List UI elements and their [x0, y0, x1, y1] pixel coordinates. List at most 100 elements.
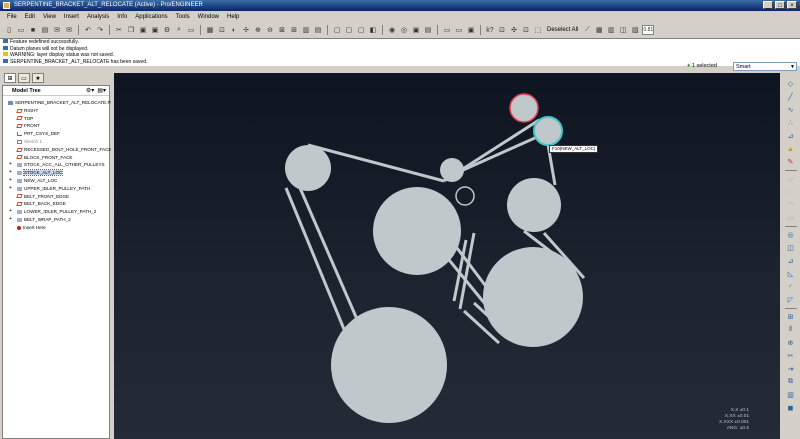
trim-icon[interactable]: ✂	[785, 351, 796, 361]
extrude-icon[interactable]: ▱	[785, 174, 796, 184]
merge-icon[interactable]: ⊕	[785, 338, 796, 348]
mirror-icon[interactable]: ⫴	[785, 325, 796, 335]
belt-segment[interactable]	[451, 131, 547, 177]
tree-item[interactable]: FRONT	[3, 122, 109, 130]
menu-view[interactable]: View	[39, 12, 60, 22]
tree-show-icon[interactable]: ▤▾	[97, 87, 106, 94]
hidden-line-icon[interactable]: ▢	[344, 25, 354, 35]
window-close-icon[interactable]: ▭	[442, 25, 452, 35]
menu-help[interactable]: Help	[223, 12, 243, 22]
pulley-crank[interactable]	[331, 307, 447, 423]
regenerate-icon[interactable]: ⚙	[162, 25, 172, 35]
color-palette-icon[interactable]: ▥	[606, 25, 616, 35]
help-icon[interactable]: k?	[485, 25, 495, 35]
datum-plane-tool-icon[interactable]: ◇	[785, 79, 796, 89]
menu-insert[interactable]: Insert	[60, 12, 83, 22]
tree-item[interactable]: + STOCK_ACC_ALL_OTHER_PULLEYS	[3, 161, 109, 169]
context-help-icon[interactable]: ▣	[466, 25, 476, 35]
shading-icon[interactable]: ◧	[368, 25, 378, 35]
deselect-all-button[interactable]: Deselect All	[545, 27, 580, 33]
analysis-icon[interactable]: ⊡	[521, 25, 531, 35]
zoom-out-icon[interactable]: ⊖	[265, 25, 275, 35]
menu-file[interactable]: File	[3, 12, 21, 22]
tree-item[interactable]: Sketch 1	[3, 138, 109, 146]
tree-item[interactable]: + LOWER_IDLER_PULLEY_PATH_2	[3, 208, 109, 216]
tree-root-part[interactable]: SERPENTINE_BRACKET_ALT_RELOCATE.PRT	[3, 99, 117, 107]
idler-path-circle[interactable]	[455, 186, 475, 206]
tree-item[interactable]: PRT_CSYS_DEF	[3, 130, 109, 138]
expand-icon[interactable]: +	[9, 169, 12, 177]
pulley-upper-left[interactable]	[285, 145, 331, 191]
tree-item[interactable]: + UPPER_IDLER_PULLEY_PATH	[3, 185, 109, 193]
close-button[interactable]: ×	[787, 1, 797, 9]
csys-display-icon[interactable]: ▤	[423, 25, 433, 35]
no-hidden-icon[interactable]: ▢	[356, 25, 366, 35]
expand-icon[interactable]: +	[9, 185, 12, 193]
feature-tool-icon[interactable]: ⊡	[497, 25, 507, 35]
model-display-icon[interactable]: ◫	[618, 25, 628, 35]
select-icon[interactable]: ⬚	[533, 25, 543, 35]
zoom-in-icon[interactable]: ⊕	[253, 25, 263, 35]
measure-icon[interactable]: ✣	[509, 25, 519, 35]
copy-icon[interactable]: ❐	[126, 25, 136, 35]
expand-icon[interactable]: +	[9, 177, 12, 185]
shell-icon[interactable]: ◫	[785, 243, 796, 253]
revolve-icon[interactable]: ◌	[785, 187, 796, 197]
datum-axes-icon[interactable]: ◎	[399, 25, 409, 35]
save-icon[interactable]: ■	[28, 25, 38, 35]
email-icon[interactable]: ✉	[52, 25, 62, 35]
undo-icon[interactable]: ↶	[83, 25, 93, 35]
paste-special-icon[interactable]: ▣	[150, 25, 160, 35]
layers-icon[interactable]: ▤	[313, 25, 323, 35]
expand-icon[interactable]: +	[9, 216, 12, 224]
orient-icon[interactable]: ◐	[229, 25, 239, 35]
tree-item[interactable]: BLOCK_FRONT_FACE	[3, 154, 109, 162]
menu-applications[interactable]: Applications	[131, 12, 171, 22]
sketch-icon[interactable]: ✎	[785, 157, 796, 167]
tree-item[interactable]: RIGHT	[3, 107, 109, 115]
menu-edit[interactable]: Edit	[21, 12, 39, 22]
redo-icon[interactable]: ↷	[95, 25, 105, 35]
tree-item[interactable]: BELT_FRONT_EDGE	[3, 193, 109, 201]
email-link-icon[interactable]: ✉	[64, 25, 74, 35]
graphics-viewport[interactable]: F10(NEW_ALT_LOC) X.X ±0.1 X.XX ±0.01 X.X…	[114, 73, 780, 439]
select-box-icon[interactable]: ▭	[186, 25, 196, 35]
expand-icon[interactable]: +	[9, 161, 12, 169]
pulley-right-mid[interactable]	[507, 178, 561, 232]
saved-views-icon[interactable]: ▥	[301, 25, 311, 35]
expand-icon[interactable]: +	[9, 208, 12, 216]
chamfer-icon[interactable]: ◸	[785, 295, 796, 305]
analysis-feature-icon[interactable]: ▲	[785, 144, 796, 154]
spin-center-icon[interactable]: ✢	[241, 25, 251, 35]
menu-window[interactable]: Window	[194, 12, 223, 22]
datum-axis-tool-icon[interactable]: ╱	[785, 92, 796, 102]
solidify-icon[interactable]: ◼	[785, 403, 796, 413]
tree-item[interactable]: TOP	[3, 115, 109, 123]
open-folder-icon[interactable]: ▭	[16, 25, 26, 35]
tree-settings-icon[interactable]: ⚙▾	[86, 87, 94, 94]
datum-point-tool-icon[interactable]: ∴	[785, 118, 796, 128]
menu-analysis[interactable]: Analysis	[83, 12, 113, 22]
find-icon[interactable]: ⌕	[174, 25, 184, 35]
refit-icon[interactable]: ⊡	[217, 25, 227, 35]
wireframe-icon[interactable]: ▢	[332, 25, 342, 35]
belt-segment[interactable]	[458, 232, 476, 310]
rib-icon[interactable]: ⊿	[785, 256, 796, 266]
model-scene[interactable]	[114, 73, 780, 439]
zoom-fit-icon[interactable]: ⊠	[277, 25, 287, 35]
maximize-button[interactable]: □	[775, 1, 785, 9]
offset-icon[interactable]: ⧉	[785, 377, 796, 387]
datum-planes-icon[interactable]: ◉	[387, 25, 397, 35]
thicken-icon[interactable]: ▥	[785, 390, 796, 400]
pulley-stock-alternator[interactable]	[509, 93, 539, 123]
repaint-icon[interactable]: ▦	[205, 25, 215, 35]
new-file-icon[interactable]: ▯	[4, 25, 14, 35]
print-icon[interactable]: ▤	[40, 25, 50, 35]
appearance-icon[interactable]: ▦	[594, 25, 604, 35]
hole-icon[interactable]: ◎	[785, 230, 796, 240]
tab-folder-browser[interactable]: ▭	[18, 73, 30, 83]
tree-item[interactable]: RECESSED_BOLT_HOLE_FRONT_FACES	[3, 146, 115, 154]
menu-tools[interactable]: Tools	[172, 12, 194, 22]
paste-icon[interactable]: ▣	[138, 25, 148, 35]
pulley-small-idler[interactable]	[440, 158, 464, 182]
